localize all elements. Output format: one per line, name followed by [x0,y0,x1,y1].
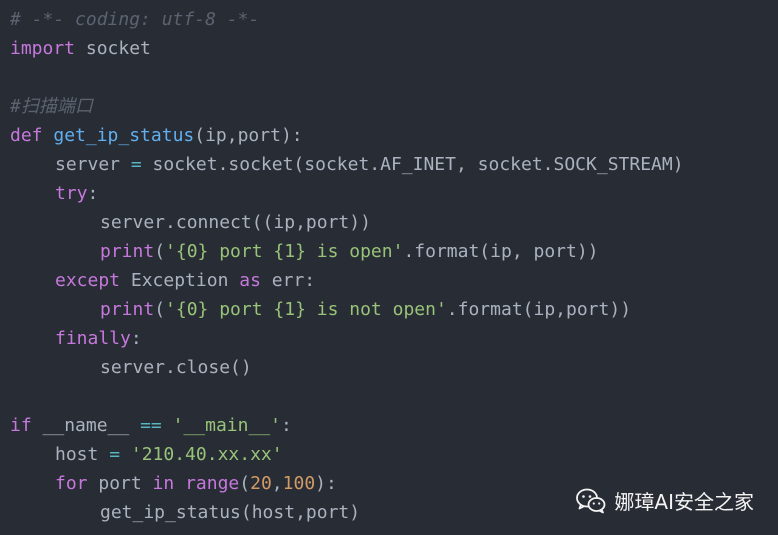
watermark: 娜璋AI安全之家 [576,486,754,515]
code-token-punc: ): [315,473,337,494]
code-token-builtin: print [100,299,155,320]
code-token-plain: get_ip_status(host,port) [100,502,361,523]
code-token-builtin: print [100,241,155,262]
code-token-punc: ( [154,241,166,262]
code-line: import socket [10,34,778,63]
code-line: print('{0} port {1} is open'.format(ip, … [10,237,778,266]
code-token-string: '210.40.xx.xx' [130,444,283,465]
code-token-plain: server.close() [100,357,252,378]
code-token-string: '{0} port {1} is not open' [165,299,447,320]
code-token-comment: #扫描端口 [10,96,93,117]
code-line: # -*- coding: utf-8 -*- [10,5,778,34]
code-token-plain: __name__ [31,415,141,436]
code-token-op: = [98,444,131,465]
code-token-builtin: range [185,473,240,494]
code-token-number: 20 [250,473,272,494]
code-token-string: '{0} port {1} is open' [165,241,404,262]
code-token-comment: # -*- coding: utf-8 -*- [10,9,260,30]
code-line: server.connect((ip,port)) [10,208,778,237]
code-line: host = '210.40.xx.xx' [10,440,778,469]
code-token-punc: : [280,415,292,436]
code-token-op: == [140,415,162,436]
code-token-plain: server [55,154,121,175]
code-token-keyword: for [55,473,88,494]
code-token-plain: port [87,473,153,494]
code-token-punc: : [130,328,142,349]
code-token-plain: socket [75,38,151,59]
wechat-icon [576,488,606,513]
code-token-keyword: if [10,415,32,436]
code-line: try: [10,179,778,208]
code-token-class: Exception [120,270,240,291]
code-area: # -*- coding: utf-8 -*- import socket #扫描… [10,5,778,527]
code-token-plain: host [55,444,99,465]
watermark-label: 娜璋AI安全之家 [614,490,754,514]
code-line: def get_ip_status(ip,port): [10,121,778,150]
code-token-plain: socket.socket(socket.AF_INET, socket.SOC… [152,154,684,175]
code-line: except Exception as err: [10,266,778,295]
code-token-func: get_ip_status [53,125,195,146]
code-token-string: '__main__' [172,415,281,436]
code-token-punc: , [271,473,283,494]
code-token-keyword: except [55,270,121,291]
code-token-plain: server.connect((ip,port)) [100,212,371,233]
code-token-keyword: import [10,38,76,59]
code-token-plain: err: [260,270,316,291]
code-token-op: = [120,154,153,175]
code-token-keyword: in [152,473,175,494]
code-line: server = socket.socket(socket.AF_INET, s… [10,150,778,179]
code-line: if __name__ == '__main__': [10,411,778,440]
code-line: #扫描端口 [10,92,778,121]
code-token-plain: .format(ip, port)) [403,241,599,262]
code-token-keyword: try [55,183,88,204]
code-line: finally: [10,324,778,353]
code-token-keyword: finally [55,328,131,349]
code-token-keyword: def [10,125,43,146]
code-token-punc: : [87,183,99,204]
code-token-keyword: as [239,270,261,291]
code-token-plain: .format(ip,port)) [446,299,632,320]
code-line: print('{0} port {1} is not open'.format(… [10,295,778,324]
code-token-punc: (ip,port): [194,125,303,146]
code-editor: # -*- coding: utf-8 -*- import socket #扫描… [0,0,778,535]
code-token-punc: ( [239,473,251,494]
code-token-number: 100 [282,473,316,494]
code-line: server.close() [10,353,778,382]
code-token-punc: ( [154,299,166,320]
